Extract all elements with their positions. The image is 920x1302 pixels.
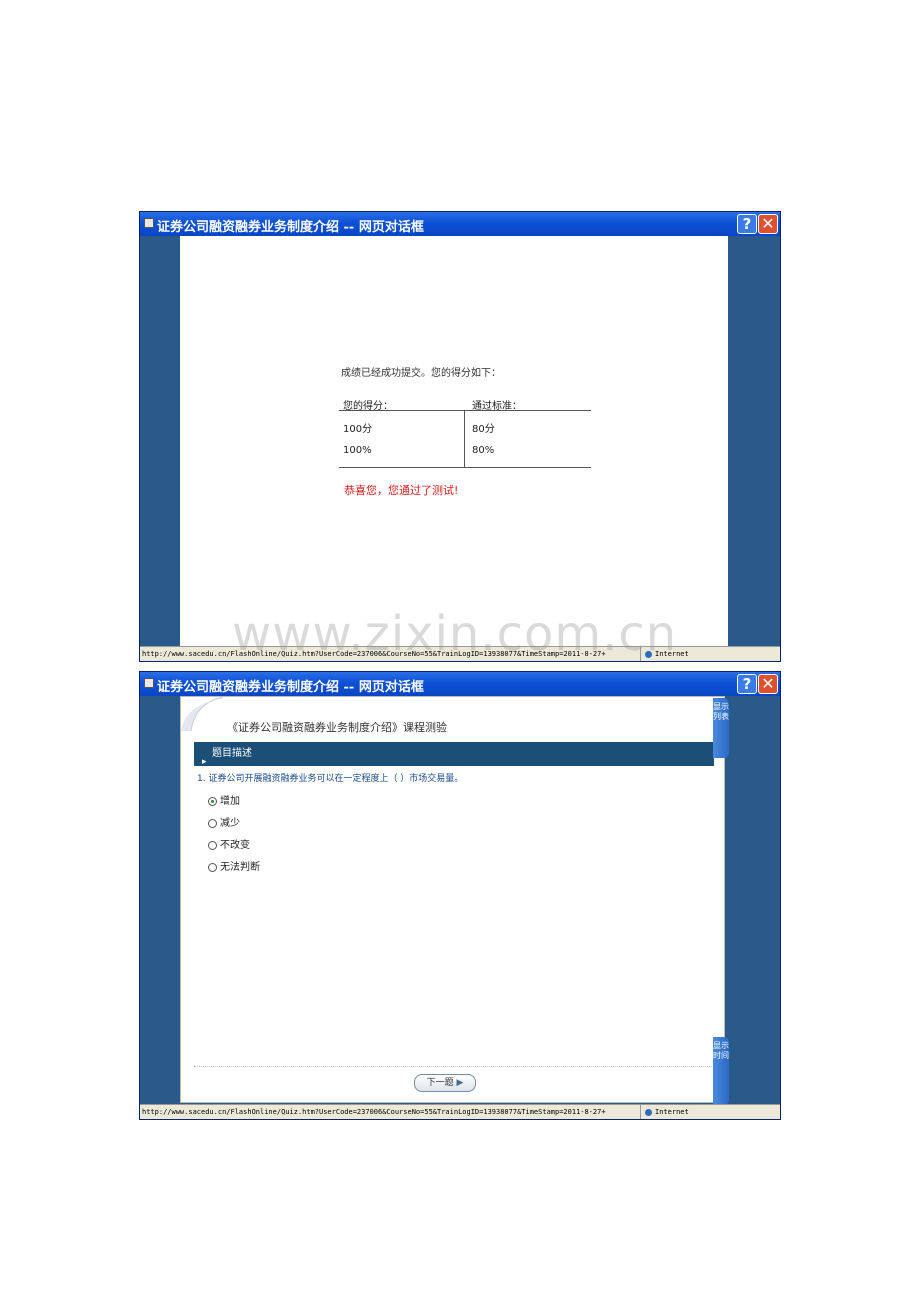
footer-divider bbox=[194, 1066, 714, 1067]
mouse-pointer-icon bbox=[387, 1014, 395, 1025]
globe-icon bbox=[645, 1108, 652, 1116]
option-4[interactable]: 无法判断 bbox=[208, 858, 260, 873]
section-label: 题目描述 bbox=[212, 748, 252, 759]
radio[interactable] bbox=[208, 862, 217, 872]
score-table: 您的得分： 通过标准： 100分 80分 100% 80% bbox=[339, 398, 591, 468]
page-icon bbox=[144, 678, 154, 688]
next-button-label: 下一题 bbox=[426, 1078, 454, 1088]
watermark: www.zixin.com.cn bbox=[232, 606, 678, 662]
option-label: 无法判断 bbox=[220, 862, 260, 873]
table-header-rule bbox=[339, 410, 591, 411]
option-2[interactable]: 减少 bbox=[208, 814, 240, 829]
next-question-button[interactable]: 下一题 ▶ bbox=[414, 1074, 476, 1092]
close-button[interactable]: ✕ bbox=[758, 674, 778, 694]
submit-message: 成绩已经成功提交。您的得分如下： bbox=[341, 368, 501, 379]
title-bar[interactable]: 证券公司融资融券业务制度介绍 -- 网页对话框 ? ✕ bbox=[140, 672, 780, 696]
table-column-divider bbox=[464, 410, 465, 467]
help-button[interactable]: ? bbox=[737, 674, 757, 694]
congrats-message: 恭喜您，您通过了测试! bbox=[344, 484, 459, 497]
option-1[interactable]: 增加 bbox=[208, 792, 240, 807]
window-title: 证券公司融资融券业务制度介绍 -- 网页对话框 bbox=[157, 220, 424, 235]
table-bottom-rule bbox=[339, 467, 591, 468]
radio[interactable] bbox=[208, 818, 217, 828]
option-label: 减少 bbox=[220, 818, 240, 829]
result-dialog-window: 证券公司融资融券业务制度介绍 -- 网页对话框 ? ✕ 成绩已经成功提交。您的得… bbox=[139, 211, 781, 662]
help-button[interactable]: ? bbox=[737, 214, 757, 234]
your-score-points: 100分 bbox=[343, 424, 373, 435]
close-button[interactable]: ✕ bbox=[758, 214, 778, 234]
option-label: 不改变 bbox=[220, 840, 250, 851]
pass-score-points: 80分 bbox=[472, 424, 495, 435]
title-bar[interactable]: 证券公司融资融券业务制度介绍 -- 网页对话框 ? ✕ bbox=[140, 212, 780, 236]
option-3[interactable]: 不改变 bbox=[208, 836, 250, 851]
quiz-panel: 《证券公司融资融券业务制度介绍》课程测验 ▸ 题目描述 1. 证券公司开展融资融… bbox=[180, 696, 725, 1103]
play-arrow-icon: ▶ bbox=[456, 1078, 464, 1088]
status-url: http://www.sacedu.cn/FlashOnline/Quiz.ht… bbox=[142, 1108, 606, 1116]
status-bar: http://www.sacedu.cn/FlashOnline/Quiz.ht… bbox=[140, 1104, 780, 1119]
mouse-pointer-icon bbox=[427, 525, 435, 536]
result-panel: 成绩已经成功提交。您的得分如下： 您的得分： 通过标准： 100分 80分 10… bbox=[180, 236, 728, 648]
window-title: 证券公司融资融券业务制度介绍 -- 网页对话框 bbox=[157, 680, 424, 695]
quiz-title: 《证券公司融资融券业务制度介绍》课程测验 bbox=[227, 721, 447, 734]
question-section-header: ▸ 题目描述 bbox=[194, 742, 714, 767]
security-zone: Internet bbox=[640, 1105, 780, 1119]
pass-score-percent: 80% bbox=[472, 445, 495, 456]
page-icon bbox=[144, 218, 154, 228]
radio-selected[interactable] bbox=[208, 796, 217, 806]
quiz-dialog-window: 证券公司融资融券业务制度介绍 -- 网页对话框 ? ✕ 《证券公司融资融券业务制… bbox=[139, 671, 781, 1120]
page-curl-decoration bbox=[181, 697, 223, 731]
zone-label: Internet bbox=[655, 1108, 689, 1116]
question-text: 1. 证券公司开展融资融券业务可以在一定程度上（ ）市场交易量。 bbox=[197, 774, 464, 784]
option-label: 增加 bbox=[220, 796, 240, 807]
radio[interactable] bbox=[208, 840, 217, 850]
show-list-tab[interactable]: 显示列表 bbox=[713, 698, 729, 758]
your-score-percent: 100% bbox=[343, 445, 372, 456]
show-time-tab[interactable]: 显示时间 bbox=[713, 1037, 729, 1105]
